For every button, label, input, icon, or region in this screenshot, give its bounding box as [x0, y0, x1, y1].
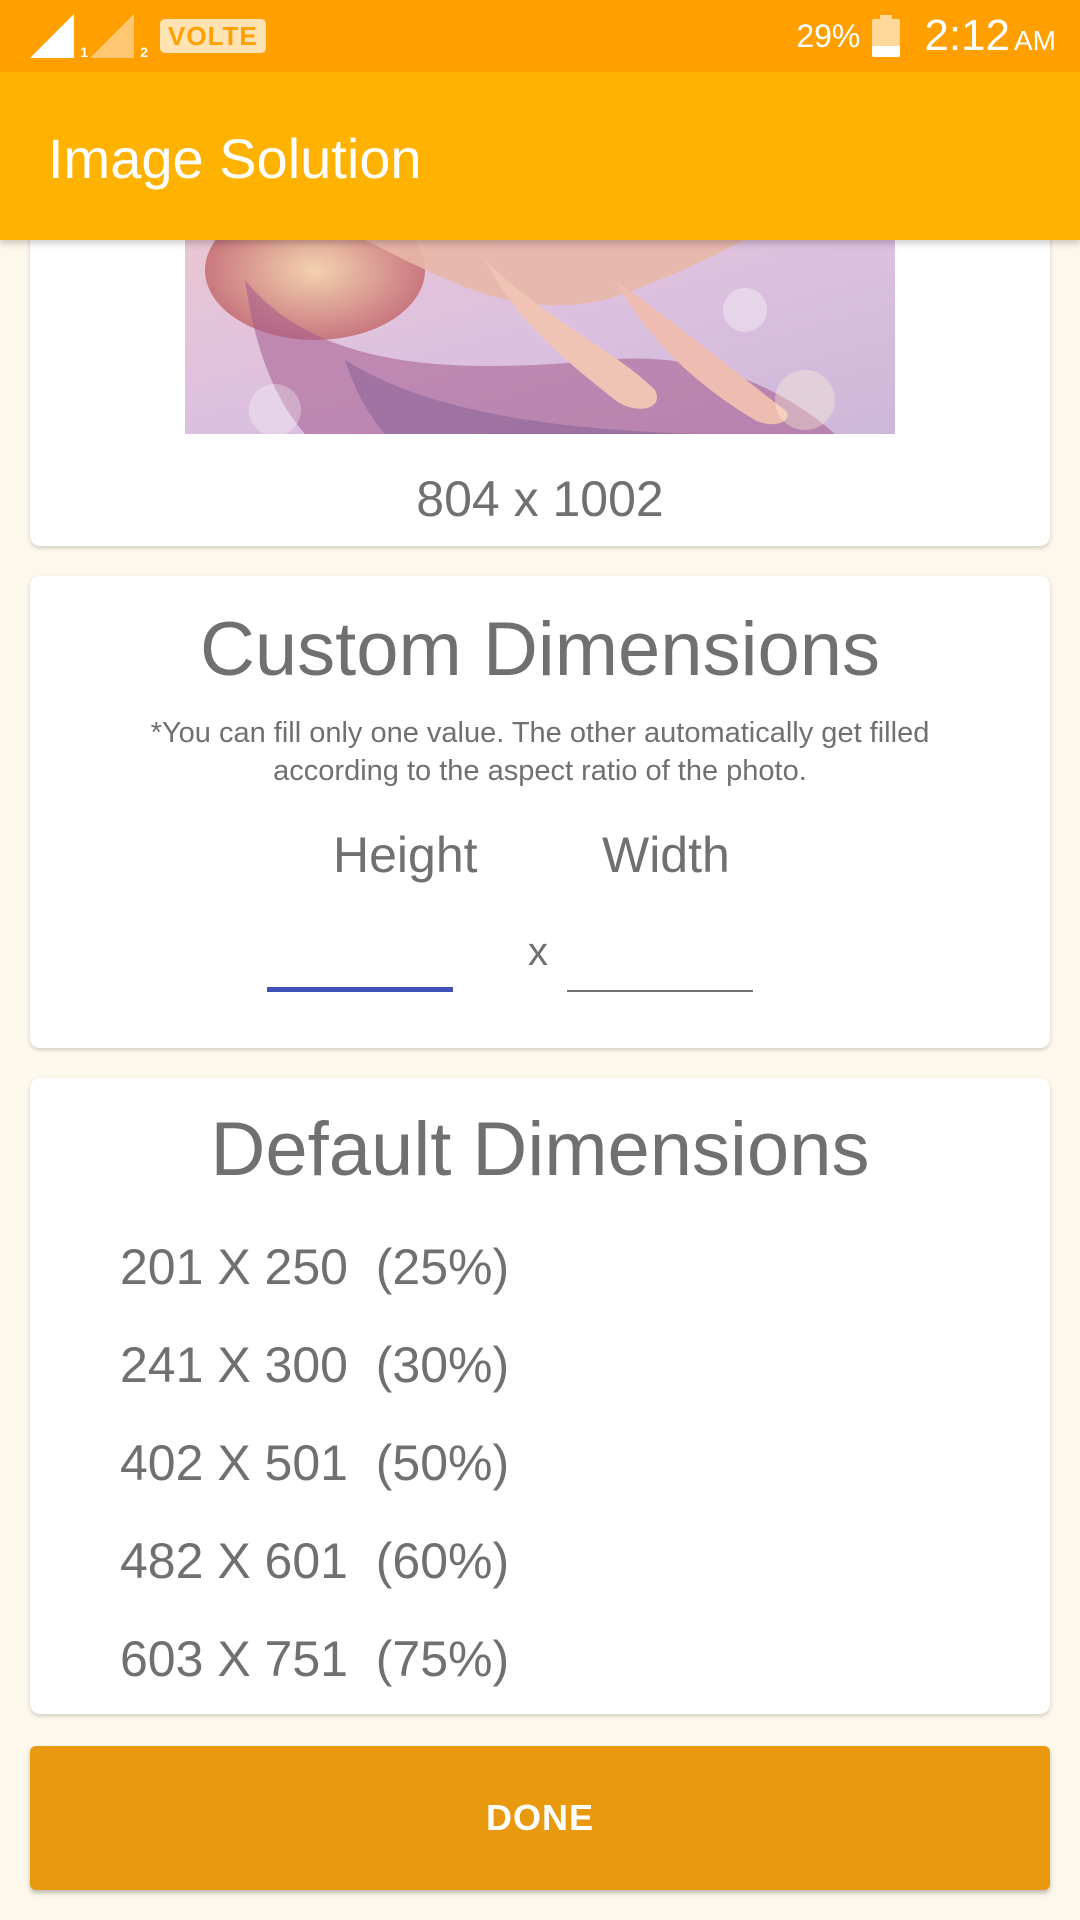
custom-dimensions-note: *You can fill only one value. The other …: [150, 717, 930, 787]
status-right: 29% 2:12 AM: [796, 11, 1056, 61]
width-input[interactable]: [567, 922, 753, 992]
custom-dimensions-title: Custom Dimensions: [200, 607, 880, 692]
volte-badge: VOLTE: [160, 19, 266, 53]
app-title: Image Solution: [48, 127, 422, 190]
dimension-option-25[interactable]: 201 X 250 (25%): [120, 1218, 509, 1316]
signal-sim1-icon: 1: [30, 14, 88, 60]
image-preview-card: 804 x 1002: [30, 200, 1050, 546]
original-dimensions: 804 x 1002: [416, 471, 664, 527]
dimension-option-60[interactable]: 482 X 601 (60%): [120, 1512, 509, 1610]
dimension-option-30[interactable]: 241 X 300 (30%): [120, 1316, 509, 1414]
custom-dimensions-card: Custom Dimensions *You can fill only one…: [30, 576, 1050, 1048]
dimension-option-50[interactable]: 402 X 501 (50%): [120, 1414, 509, 1512]
signal-sim2-icon: 2: [90, 14, 148, 60]
battery-icon: [872, 15, 901, 57]
done-button[interactable]: DONE: [30, 1746, 1050, 1890]
sim2-number: 2: [140, 44, 148, 60]
height-input[interactable]: [267, 922, 453, 992]
height-label: Height: [333, 827, 478, 883]
default-dimensions-list: 201 X 250 (25%) 241 X 300 (30%) 402 X 50…: [120, 1218, 509, 1708]
default-dimensions-title: Default Dimensions: [210, 1107, 870, 1192]
clock: 2:12 AM: [924, 11, 1056, 61]
dimension-option-75[interactable]: 603 X 751 (75%): [120, 1610, 509, 1708]
status-left: 1 2 VOLTE: [30, 0, 266, 72]
sim1-number: 1: [80, 44, 88, 60]
times-separator: x: [528, 930, 548, 974]
clock-time: 2:12: [924, 11, 1010, 60]
status-bar: 1 2 VOLTE 29% 2:12 AM: [0, 0, 1080, 72]
default-dimensions-card: Default Dimensions 201 X 250 (25%) 241 X…: [30, 1078, 1050, 1714]
photo-preview: [185, 240, 895, 434]
clock-ampm: AM: [1014, 25, 1056, 56]
app-bar: Image Solution: [0, 72, 1080, 240]
width-label: Width: [602, 827, 730, 883]
battery-percent: 29%: [796, 17, 861, 54]
